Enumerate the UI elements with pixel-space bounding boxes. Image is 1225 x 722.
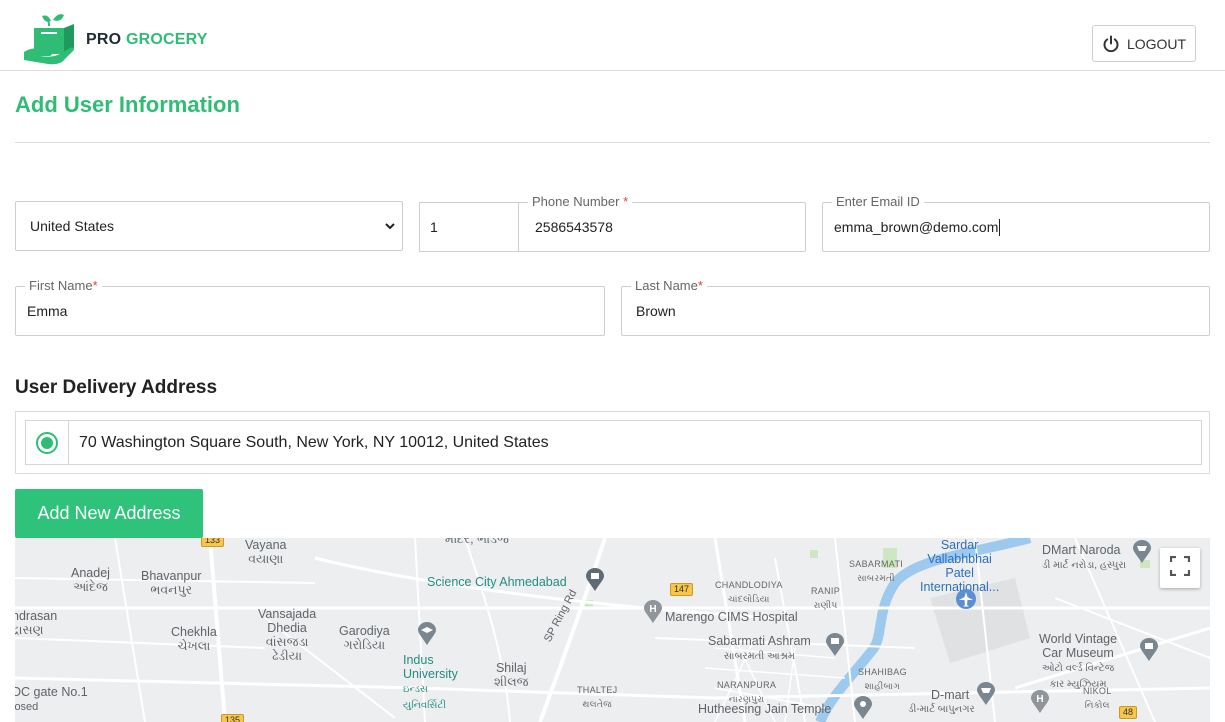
address-item[interactable]: 70 Washington Square South, New York, NY… <box>25 420 1202 465</box>
phone-country-code-value: 1 <box>430 219 438 235</box>
page-title: Add User Information <box>15 92 240 117</box>
brand-name: PRO GROCERY <box>86 31 208 49</box>
map[interactable]: 147 133 135 48 મંદિર, ભાડજ Vayana વયાણા A… <box>15 538 1210 722</box>
logo[interactable]: PRO GROCERY <box>22 14 208 66</box>
map-label-sabarmati: SABARMATI સાબરમતી <box>849 559 904 583</box>
logout-button[interactable]: LOGOUT <box>1092 25 1196 62</box>
country-selected-value: United States <box>30 218 115 234</box>
grocery-bag-logo-icon <box>22 14 78 66</box>
map-label-nikol: NIKOL નિકોલ <box>1083 686 1112 710</box>
map-label-vayana: Vayana વયાણા <box>245 538 287 566</box>
phone-number-field[interactable]: Phone Number * 2586543578 <box>518 194 806 252</box>
map-label-sabarmati-ashram: Sabarmati Ashram સાબરમતી આશ્રમ <box>708 634 811 662</box>
university-pin-icon[interactable] <box>417 622 437 651</box>
logout-label: LOGOUT <box>1126 35 1187 52</box>
highway-badge-147: 147 <box>670 583 694 596</box>
map-label-science-city: Science City Ahmedabad <box>427 575 567 589</box>
museum-pin-icon[interactable] <box>1139 638 1159 667</box>
map-label-hutheesing: Hutheesing Jain Temple <box>698 702 832 716</box>
map-label-marengo: Marengo CIMS Hospital <box>665 610 798 624</box>
map-label-anadej: Anadej આંદેજ <box>71 566 110 594</box>
address-list: 70 Washington Square South, New York, NY… <box>15 411 1210 474</box>
map-label-bhavanpur: Bhavanpur ભવનપુર <box>141 569 202 597</box>
email-value: emma_brown@demo.com <box>834 218 1001 236</box>
email-field[interactable]: Enter Email ID emma_brown@demo.com <box>822 194 1210 252</box>
dmart-pin-icon[interactable] <box>976 682 996 711</box>
svg-text:H: H <box>1036 694 1043 705</box>
first-name-value: Emma <box>27 303 68 319</box>
chevron-down-icon <box>384 219 396 235</box>
address-text: 70 Washington Square South, New York, NY… <box>79 433 549 451</box>
map-label-dmart-bapunagar: ડી-માર્ટ બાપુનગર <box>908 704 975 715</box>
science-city-pin-icon[interactable] <box>585 568 605 597</box>
app-header: PRO GROCERY LOGOUT <box>0 0 1225 71</box>
phone-country-code-field[interactable]: 1 <box>419 202 519 252</box>
svg-text:H: H <box>649 604 656 615</box>
map-label-dmart-naroda: DMart Naroda ડી માર્ટ નરોડા, હસ્પુરા <box>1042 543 1127 571</box>
phone-number-value: 2586543578 <box>535 219 613 235</box>
last-name-value: Brown <box>636 303 676 319</box>
brand-pro: PRO <box>86 31 122 48</box>
add-new-address-button[interactable]: Add New Address <box>15 489 203 538</box>
highway-badge-135: 135 <box>221 714 245 722</box>
map-label-world-vintage: World Vintage Car Museum ઓટો વર્લ્ડ વિન્ટે… <box>1039 632 1118 690</box>
map-label-dmart: D-mart <box>931 688 970 702</box>
shopping-pin-icon[interactable] <box>1132 540 1152 569</box>
highway-badge-133: 133 <box>201 538 225 547</box>
map-label-mandir: મંદિર, ભાડજ <box>445 538 509 546</box>
map-label-indus-university: Indus University ઇન્ડસ યુનિવર્સિટી <box>403 653 458 711</box>
address-radio[interactable] <box>26 421 69 464</box>
hospital-pin-2-icon[interactable]: H <box>1030 690 1050 719</box>
map-label-garodiya: Garodiya ગરોડિયા <box>339 624 390 652</box>
fullscreen-icon <box>1169 555 1191 581</box>
map-label-ranip: RANIP રાણીપ <box>811 586 841 610</box>
brand-grocery: GROCERY <box>125 31 208 48</box>
map-label-shilaj: Shilaj શીલજ <box>494 661 529 689</box>
country-select[interactable]: United States <box>15 201 403 251</box>
map-label-vansajada: Vansajada Dhedia વાંસજડા ઢેડીયા <box>258 607 317 663</box>
text-cursor <box>999 218 1001 236</box>
map-label-shahibag: SHAHIBAG શાહીબાગ <box>858 667 907 691</box>
last-name-field[interactable]: Last Name* Brown <box>621 278 1210 336</box>
map-label-ndrasan: ndrasan દ્રાસણ <box>15 609 58 637</box>
landmark-pin-icon[interactable] <box>825 633 845 662</box>
radio-selected-icon <box>36 431 58 454</box>
airport-pin-icon[interactable] <box>955 588 977 619</box>
title-divider <box>15 142 1210 143</box>
hospital-pin-icon[interactable]: H <box>643 600 663 629</box>
map-label-thaltej: THALTEJ થલતેજ <box>577 685 618 709</box>
map-label-dc-gate: DC gate No.1losed <box>15 685 88 713</box>
highway-badge-48: 48 <box>1119 706 1138 719</box>
power-icon <box>1102 35 1120 53</box>
map-fullscreen-button[interactable] <box>1160 548 1200 588</box>
delivery-address-title: User Delivery Address <box>15 377 218 398</box>
map-label-airport: Sardar Vallabhbhai Patel International... <box>920 538 1000 594</box>
map-label-chandlodiya: CHANDLODIYA ચાંદલોડિયા <box>715 580 783 604</box>
temple-pin-icon[interactable] <box>853 696 873 722</box>
first-name-field[interactable]: First Name* Emma <box>15 278 605 336</box>
map-label-chekhla: Chekhla ચેખલા <box>171 625 217 653</box>
